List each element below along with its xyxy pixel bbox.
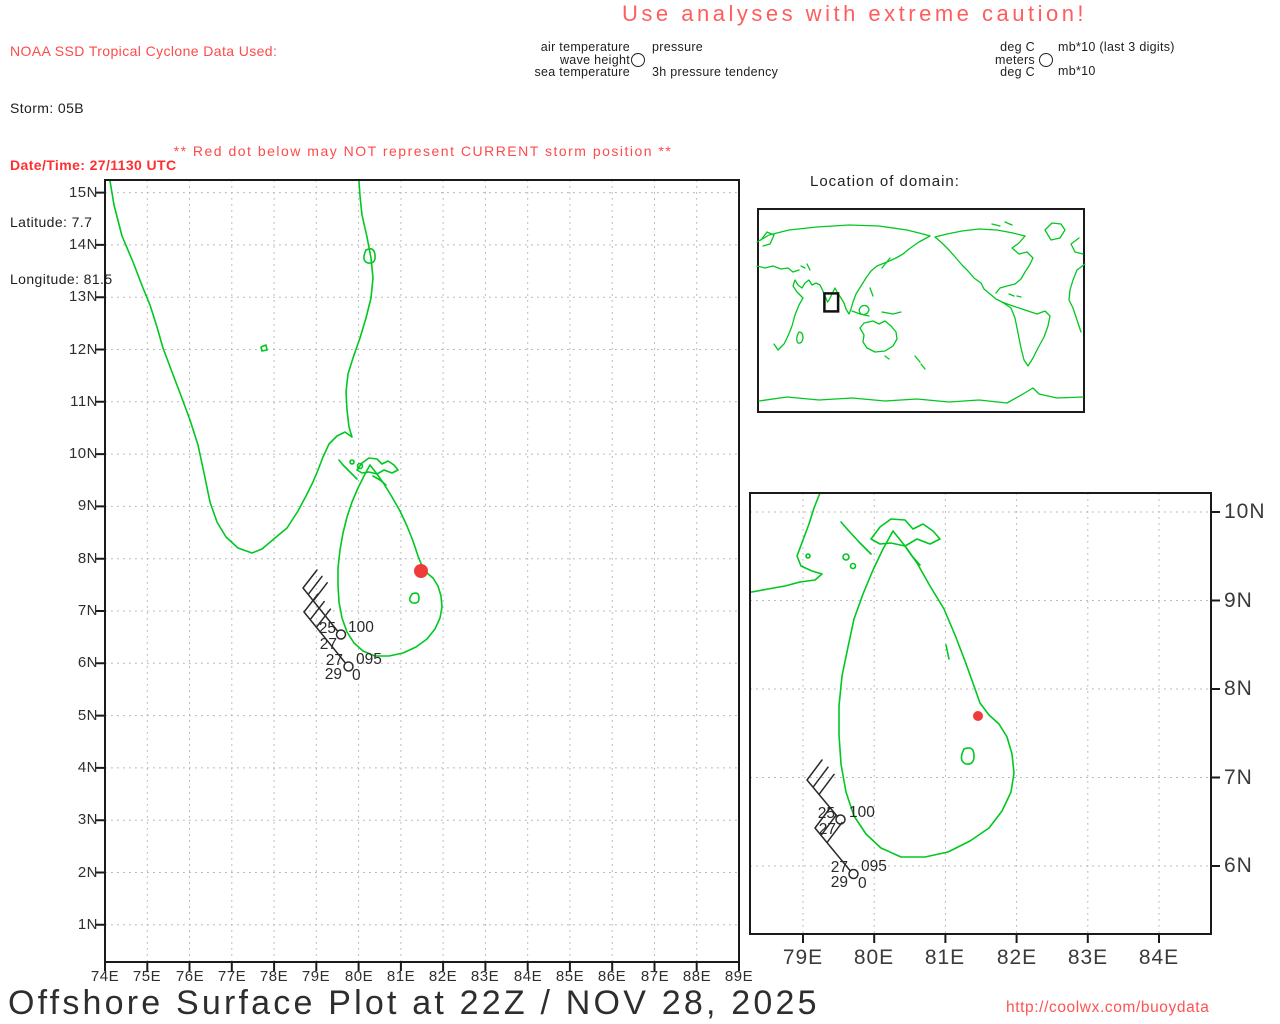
zoom-lon-label: 81E — [924, 946, 966, 969]
zoom-lon-label: 80E — [853, 946, 895, 969]
zoom-lon-label: 84E — [1138, 946, 1180, 969]
main-lat-label: 3N — [77, 811, 98, 828]
main-lat-label: 14N — [68, 236, 98, 253]
inland-mark — [945, 644, 950, 660]
main-lon-label: 77E — [217, 968, 247, 985]
main-lon-label: 85E — [555, 968, 585, 985]
main-lat-label: 10N — [68, 445, 98, 462]
legend-tendency: 3h pressure tendency — [652, 65, 779, 79]
main-lon-label: 86E — [597, 968, 627, 985]
zoom-lon-label: 79E — [782, 946, 824, 969]
batticaloa-lagoon-zoom — [960, 747, 975, 765]
station-plot-1-zoom: 25 100 27 — [806, 759, 875, 838]
small-island — [260, 344, 268, 352]
main-lon-label: 80E — [344, 968, 374, 985]
caution-banner: Use analyses with extreme caution! — [622, 1, 1088, 26]
zoom-lat-label: 6N — [1224, 854, 1253, 877]
main-lon-label: 87E — [640, 968, 670, 985]
mannar-islet — [842, 553, 850, 561]
legend-air-units: deg C — [1000, 40, 1035, 54]
main-lon-label: 79E — [301, 968, 331, 985]
main-lon-label: 83E — [470, 968, 500, 985]
plot-title: Offshore Surface Plot at 22Z / NOV 28, 2… — [8, 984, 820, 1022]
main-lat-label: 8N — [77, 550, 98, 567]
india-coastline-zoom — [749, 492, 823, 593]
station2-pressure: 095 — [861, 858, 887, 875]
station-legend-left: air temperature wave height sea temperat… — [500, 41, 630, 79]
storm-dot — [414, 564, 428, 578]
jaffna-peninsula-zoom — [870, 518, 941, 566]
main-lon-label: 78E — [259, 968, 289, 985]
mannar-islet — [849, 562, 857, 570]
station1-pressure: 100 — [348, 619, 374, 636]
jaffna-peninsula — [356, 457, 399, 486]
station2-tendency: 0 — [352, 667, 361, 684]
world-coastlines — [756, 221, 1086, 404]
zoom-lat-label: 9N — [1224, 589, 1253, 612]
storm-dot-zoom — [973, 711, 983, 721]
main-lat-label: 1N — [77, 916, 98, 933]
noaa-data-line: NOAA SSD Tropical Cyclone Data Used: — [10, 43, 278, 59]
world-inset-map — [756, 208, 1086, 413]
station2-tendency: 0 — [858, 875, 867, 892]
source-url-link[interactable]: http://coolwx.com/buoydata — [1006, 999, 1209, 1017]
legend-pressure: pressure — [652, 40, 704, 54]
zoom-map-lon-ticks — [802, 934, 1160, 943]
main-lon-label: 81E — [386, 968, 416, 985]
legend-tendency-units: mb*10 — [1058, 64, 1096, 78]
main-lat-label: 15N — [68, 184, 98, 201]
station-legend-circle-icon — [631, 53, 645, 67]
zoom-lon-label: 83E — [1067, 946, 1109, 969]
storm-line: Storm: 05B — [10, 100, 85, 116]
zoom-map-lat-ticks — [1211, 511, 1220, 867]
main-lon-label: 76E — [175, 968, 205, 985]
legend-sea-units: deg C — [1000, 65, 1035, 79]
station2-pressure: 095 — [356, 651, 382, 668]
main-lon-label: 89E — [724, 968, 754, 985]
islet — [805, 553, 811, 559]
zoom-lat-label: 7N — [1224, 766, 1253, 789]
station2-sea-temp: 29 — [831, 874, 848, 891]
main-lat-label: 13N — [68, 288, 98, 305]
inset-title: Location of domain: — [810, 173, 960, 190]
main-lat-label: 2N — [77, 864, 98, 881]
station-circle — [848, 868, 859, 880]
legend-air-temp: air temperature — [540, 40, 630, 54]
units-legend-left: deg C meters deg C — [940, 41, 1035, 79]
india-coastline — [109, 180, 374, 554]
main-lon-label: 84E — [513, 968, 543, 985]
mannar-chain-zoom — [840, 521, 872, 555]
legend-pressure-units: mb*10 (last 3 digits) — [1058, 40, 1175, 54]
main-lon-label: 88E — [682, 968, 712, 985]
zoom-map: 25 100 27 27 095 29 0 — [749, 492, 1220, 943]
main-lat-label: 9N — [77, 497, 98, 514]
main-map: 25 100 27 27 095 29 0 — [96, 179, 740, 971]
storm-position-warning: ** Red dot below may NOT represent CURRE… — [173, 143, 673, 159]
station-circle — [335, 629, 347, 640]
main-lat-label: 6N — [77, 654, 98, 671]
batticaloa-lagoon — [408, 592, 420, 604]
units-legend-circle-icon — [1039, 53, 1053, 67]
station1-pressure: 100 — [849, 804, 875, 821]
mannar-islet — [349, 459, 355, 465]
main-lon-label: 82E — [428, 968, 458, 985]
zoom-lat-label: 10N — [1224, 500, 1266, 523]
main-lat-label: 12N — [68, 341, 98, 358]
main-lon-label: 74E — [90, 968, 120, 985]
main-lon-label: 75E — [132, 968, 162, 985]
page: { "header": { "noaa_line": "NOAA SSD Tro… — [0, 0, 1280, 1024]
zoom-lon-label: 82E — [996, 946, 1038, 969]
main-lat-label: 11N — [70, 393, 98, 410]
station2-sea-temp: 29 — [325, 666, 342, 683]
main-lat-label: 7N — [77, 602, 98, 619]
zoom-lat-label: 8N — [1224, 677, 1253, 700]
main-lat-label: 4N — [77, 759, 98, 776]
legend-sea-temp: sea temperature — [534, 65, 630, 79]
world-map-frame — [757, 208, 1085, 413]
main-lat-label: 5N — [77, 707, 98, 724]
station-circle — [835, 814, 846, 825]
